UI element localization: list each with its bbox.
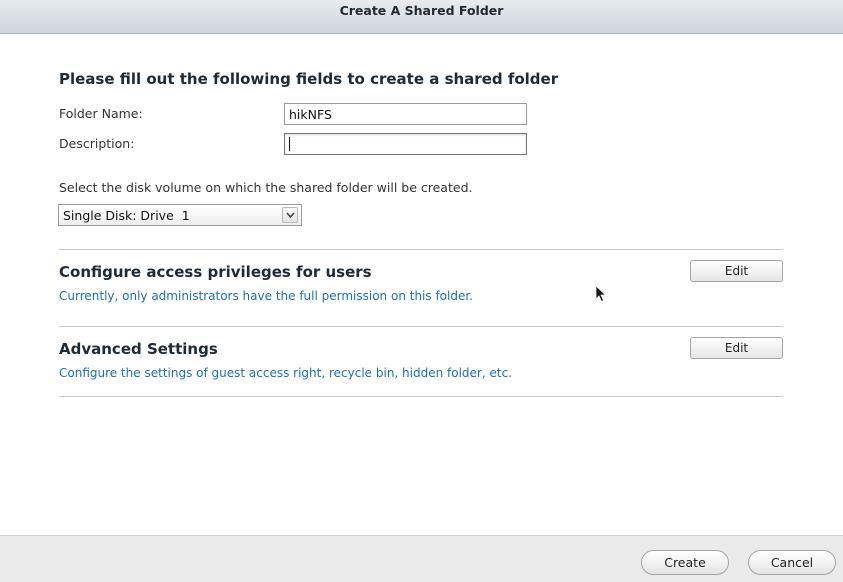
volume-select-value: Single Disk: Drive 1 (63, 208, 190, 223)
advanced-description: Configure the settings of guest access r… (59, 366, 512, 380)
advanced-title: Advanced Settings (59, 340, 218, 358)
description-input[interactable] (284, 133, 527, 155)
window-titlebar: Create A Shared Folder (0, 0, 843, 34)
window-title: Create A Shared Folder (339, 3, 504, 18)
folder-name-input[interactable] (284, 103, 527, 125)
privileges-title: Configure access privileges for users (59, 263, 372, 281)
privileges-description: Currently, only administrators have the … (59, 289, 473, 303)
create-button[interactable]: Create (641, 550, 729, 575)
mouse-pointer-icon (595, 285, 607, 307)
description-label: Description: (59, 136, 135, 151)
divider (59, 249, 783, 250)
advanced-edit-button[interactable]: Edit (690, 337, 783, 359)
text-caret (289, 137, 290, 151)
chevron-down-icon[interactable] (282, 207, 298, 223)
privileges-edit-button[interactable]: Edit (690, 260, 783, 282)
cancel-button[interactable]: Cancel (748, 550, 836, 575)
volume-prompt: Select the disk volume on which the shar… (59, 180, 473, 195)
divider (59, 396, 783, 397)
divider (59, 326, 783, 327)
folder-name-label: Folder Name: (59, 106, 143, 121)
volume-select[interactable]: Single Disk: Drive 1 (58, 204, 302, 226)
form-heading: Please fill out the following fields to … (59, 70, 559, 88)
